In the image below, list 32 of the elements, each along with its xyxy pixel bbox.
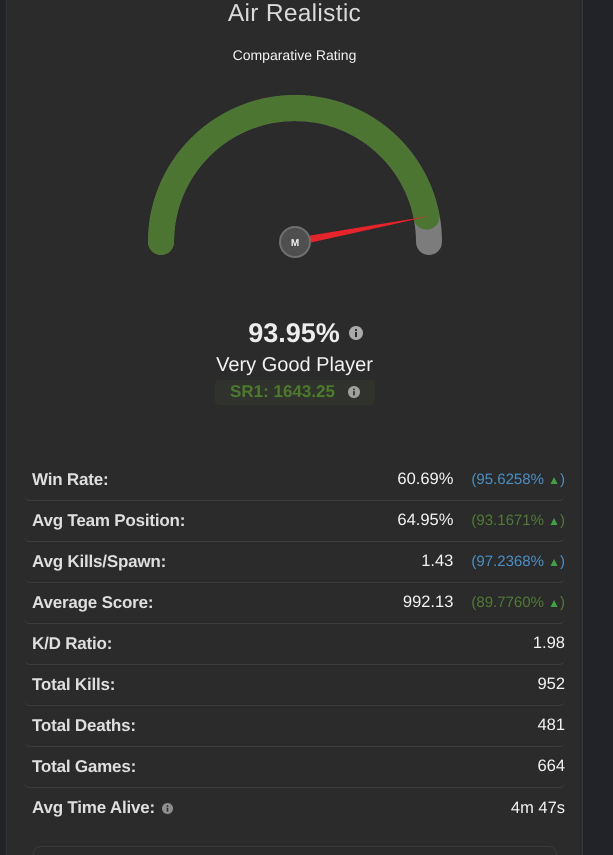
percentile-text: (95.6258% ▲) [471,471,565,488]
stat-value: 60.69% [397,470,454,490]
rating-label: Very Good Player [216,353,373,377]
stat-label: Avg Kills/Spawn: [32,552,166,572]
percentile-text: (93.1671% ▲) [471,512,565,530]
stat-value: 4m 47s [510,798,565,818]
stat-value: 1.98 [532,634,565,654]
sr-value: SR1: 1643.25 [230,382,335,402]
section-title: Air Realistic [228,0,362,28]
percentile-text: (97.2368% ▲) [471,553,565,570]
stat-label: Win Rate: [32,470,108,490]
stat-value: 952 [537,675,565,694]
stat-label: Avg Team Position: [32,510,186,531]
stat-value: 64.95% [397,511,454,530]
gauge-hub [278,226,310,258]
rating-value: 93.95% [248,317,340,349]
stat-label: Avg Time Alive: [32,798,155,818]
gauge-title: Comparative Rating [232,46,356,64]
hub-label: M [290,238,299,249]
stat-label: Total Kills: [32,674,116,695]
percentile-text: (89.7760% ▲) [471,594,565,612]
info-icon[interactable] [162,802,173,814]
stat-value: 1.43 [421,552,454,572]
stat-value: 481 [537,716,565,736]
stat-label: K/D Ratio: [32,634,112,654]
stat-label: Average Score: [32,592,154,613]
info-icon[interactable] [348,386,360,398]
info-icon[interactable] [348,326,363,340]
stat-value: 992.13 [402,593,454,612]
stat-value: 664 [537,757,565,776]
stat-label: Total Games: [32,756,136,777]
stat-label: Total Deaths: [32,716,136,736]
